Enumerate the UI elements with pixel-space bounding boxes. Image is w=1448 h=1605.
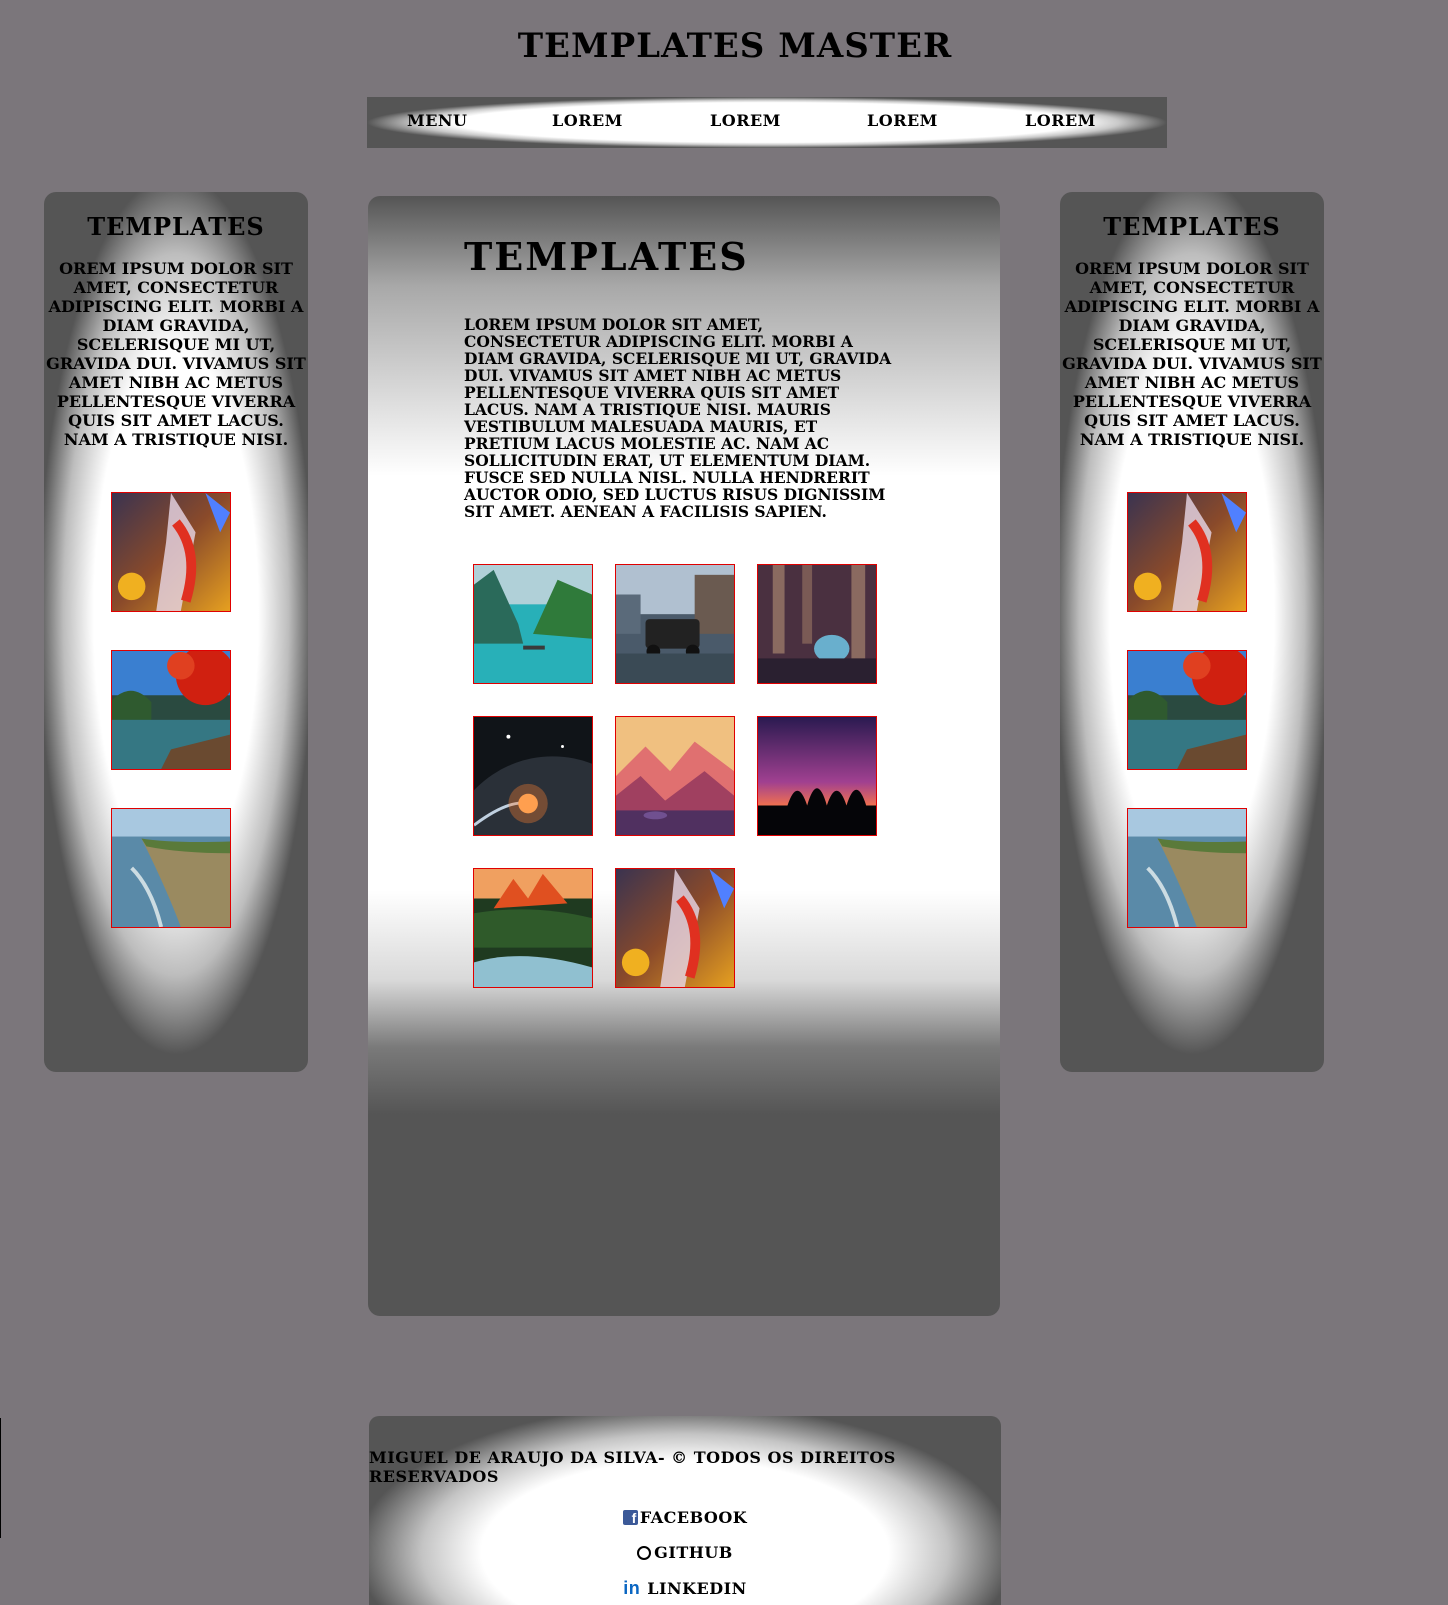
nav-item-lorem-4[interactable]: Lorem	[1025, 111, 1096, 130]
mountain-lake-image	[473, 564, 593, 684]
footer-copyright: Miguel de Araujo da Silva- © Todos os di…	[369, 1448, 896, 1486]
anime-warrior-image	[615, 868, 735, 988]
main-title: Templates	[464, 234, 749, 279]
vintage-car-image	[615, 564, 735, 684]
facebook-link[interactable]: f Facebook	[369, 1508, 1001, 1527]
facebook-icon: f	[622, 1510, 638, 1526]
main-content: Templates Lorem ipsum dolor sit amet, co…	[368, 196, 1000, 1316]
right-sidebar: Templates orem ipsum dolor sit amet, con…	[1060, 192, 1324, 1072]
page-footer: Miguel de Araujo da Silva- © Todos os di…	[369, 1416, 1001, 1605]
temple-ruins-image	[757, 564, 877, 684]
image-gallery	[473, 564, 913, 988]
coastal-cliffs-image	[111, 808, 231, 928]
right-sidebar-thumbnails	[1127, 492, 1247, 966]
anime-warrior-image	[111, 492, 231, 612]
coastal-cliffs-image	[1127, 808, 1247, 928]
nav-item-menu[interactable]: Menu	[407, 111, 467, 130]
left-sidebar-thumbnails	[111, 492, 231, 966]
left-sidebar-text: orem ipsum dolor sit amet, consectetur a…	[46, 259, 306, 449]
planet-space-image	[473, 716, 593, 836]
github-label: Github	[654, 1543, 733, 1562]
site-title: Templates Master	[517, 26, 953, 66]
right-sidebar-title: Templates	[1103, 212, 1281, 241]
github-link[interactable]: Github	[369, 1543, 1001, 1562]
github-icon	[637, 1545, 652, 1560]
pink-mountains-image	[615, 716, 735, 836]
anime-warrior-image	[1127, 492, 1247, 612]
linkedin-label: Linkedin	[647, 1579, 747, 1598]
linkedin-icon: in	[623, 1578, 641, 1598]
sunset-trees-image	[757, 716, 877, 836]
linkedin-link[interactable]: in Linkedin	[369, 1578, 1001, 1599]
nav-item-lorem-2[interactable]: Lorem	[710, 111, 781, 130]
right-sidebar-text: orem ipsum dolor sit amet, consectetur a…	[1062, 259, 1322, 449]
left-sidebar-title: Templates	[87, 212, 265, 241]
left-sidebar: Templates orem ipsum dolor sit amet, con…	[44, 192, 308, 1072]
autumn-lake-image	[111, 650, 231, 770]
autumn-lake-image	[1127, 650, 1247, 770]
facebook-label: Facebook	[639, 1508, 748, 1527]
nav-item-lorem-1[interactable]: Lorem	[552, 111, 623, 130]
nav-item-lorem-3[interactable]: Lorem	[867, 111, 938, 130]
left-edge-divider	[0, 1418, 1, 1538]
main-navbar: Menu Lorem Lorem Lorem Lorem	[367, 97, 1167, 148]
river-valley-image	[473, 868, 593, 988]
main-text: Lorem ipsum dolor sit amet, consectetur …	[464, 315, 892, 521]
